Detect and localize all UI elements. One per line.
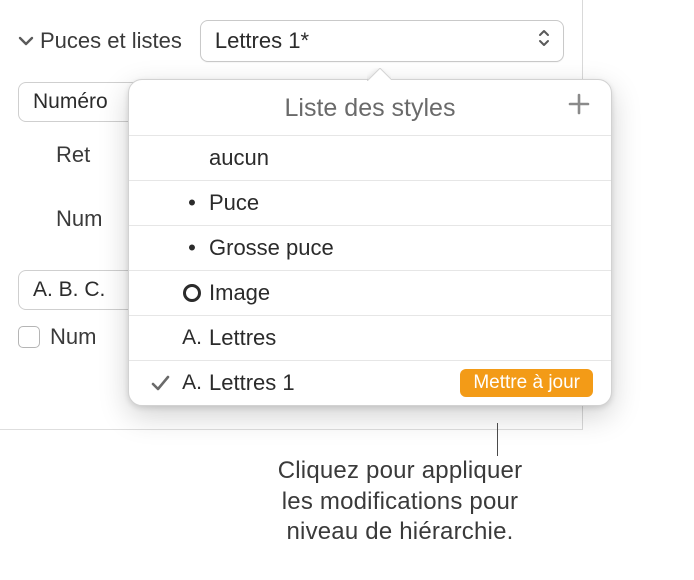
callout-text: Cliquez pour appliquer les modifications…	[180, 456, 620, 548]
list-style-dropdown[interactable]: Lettres 1*	[200, 20, 564, 62]
popup-arrows-icon	[537, 28, 551, 54]
callout-line1: Cliquez pour appliquer	[278, 457, 523, 484]
checkbox-label: Num	[50, 324, 96, 350]
section-title: Puces et listes	[40, 28, 182, 54]
style-label: Grosse puce	[209, 235, 593, 261]
update-style-button[interactable]: Mettre à jour	[460, 369, 593, 397]
style-label: Puce	[209, 190, 593, 216]
bullets-lists-header[interactable]: Puces et listes	[18, 28, 182, 54]
style-item-letters-1[interactable]: A. Lettres 1 Mettre à jour	[129, 360, 611, 405]
bullet-preview: •	[175, 235, 209, 261]
ring-icon	[183, 284, 201, 302]
style-item-bullet[interactable]: • Puce	[129, 180, 611, 225]
bullet-preview: A.	[175, 326, 209, 350]
popover-title: Liste des styles	[285, 94, 456, 123]
callout-leader-line	[497, 423, 498, 456]
callout-line2: les modifications pour	[282, 488, 519, 515]
style-label: Lettres 1	[209, 370, 460, 396]
style-item-big-bullet[interactable]: • Grosse puce	[129, 225, 611, 270]
add-style-button[interactable]	[565, 90, 593, 123]
style-label: Image	[209, 280, 593, 306]
tiered-numbers-checkbox[interactable]	[18, 326, 40, 348]
style-label: aucun	[209, 145, 593, 171]
bullet-preview: •	[175, 190, 209, 216]
style-list: aucun • Puce • Grosse puce Image A. Lett…	[129, 135, 611, 405]
chevron-down-icon	[18, 35, 34, 47]
list-style-value: Lettres 1*	[215, 28, 309, 54]
style-item-image[interactable]: Image	[129, 270, 611, 315]
bullet-preview	[175, 284, 209, 302]
checkmark-icon	[145, 373, 175, 393]
list-styles-popover: Liste des styles aucun • Puce • Grosse p…	[128, 79, 612, 406]
callout-line3: niveau de hiérarchie.	[286, 518, 513, 545]
number-type-value: Numéro	[33, 90, 108, 114]
style-item-none[interactable]: aucun	[129, 135, 611, 180]
number-format-value: A. B. C.	[33, 278, 105, 302]
bullet-preview: A.	[175, 371, 209, 395]
style-item-letters[interactable]: A. Lettres	[129, 315, 611, 360]
style-label: Lettres	[209, 325, 593, 351]
